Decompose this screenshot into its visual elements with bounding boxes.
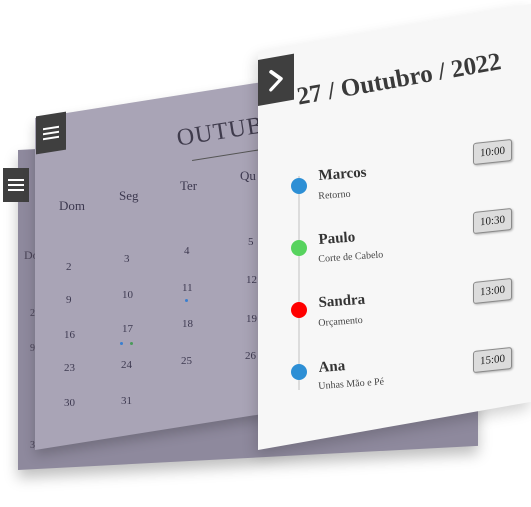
appointment-timeline: [298, 176, 300, 390]
appointment-time-button[interactable]: 13:00: [473, 277, 512, 305]
day-cell[interactable]: 10: [122, 289, 133, 301]
day-cell[interactable]: 19: [246, 313, 257, 325]
next-day-button[interactable]: [258, 53, 294, 106]
menu-icon: [8, 176, 24, 194]
day-cell[interactable]: 3: [124, 253, 130, 265]
event-dot: [120, 342, 123, 345]
day-cell[interactable]: 25: [181, 355, 192, 367]
weekday-header: Seg: [119, 188, 139, 203]
appointment-time-button[interactable]: 15:00: [473, 346, 512, 374]
appointment-name[interactable]: Ana: [318, 358, 346, 377]
weekday-header: Dom: [59, 198, 85, 213]
status-dot: [291, 302, 307, 318]
day-cell[interactable]: 17: [122, 323, 133, 335]
menu-button[interactable]: [36, 111, 66, 155]
day-cell[interactable]: 31: [121, 395, 132, 407]
day-cell[interactable]: 2: [66, 261, 72, 273]
weekday-header: Ter: [180, 178, 198, 193]
day-cell[interactable]: 16: [64, 329, 75, 341]
day-cell[interactable]: 4: [184, 245, 190, 257]
chevron-right-icon: [269, 69, 283, 92]
appointment-name[interactable]: Sandra: [318, 292, 366, 312]
appointment-service: Retorno: [318, 188, 351, 202]
day-cell[interactable]: 30: [64, 397, 75, 409]
appointment-name[interactable]: Paulo: [318, 229, 356, 249]
status-dot: [291, 178, 307, 194]
appointment-name[interactable]: Marcos: [318, 165, 367, 185]
appointment-time-button[interactable]: 10:00: [473, 138, 512, 166]
day-cell[interactable]: 18: [182, 318, 193, 330]
menu-icon: [43, 123, 59, 144]
day-cell[interactable]: 26: [245, 350, 256, 362]
day-cell[interactable]: 24: [121, 359, 132, 371]
day-cell[interactable]: 23: [64, 362, 75, 374]
background-menu-button[interactable]: [3, 168, 29, 202]
day-cell[interactable]: 12: [246, 274, 257, 286]
status-dot: [291, 240, 307, 256]
day-cell[interactable]: 11: [182, 282, 193, 294]
day-cell[interactable]: 5: [248, 236, 254, 248]
event-dot: [185, 299, 188, 302]
appointment-time-button[interactable]: 10:30: [473, 207, 512, 235]
event-dot: [130, 342, 133, 345]
weekday-header: Qu: [240, 168, 256, 183]
status-dot: [291, 364, 307, 380]
day-cell[interactable]: 9: [66, 294, 72, 306]
